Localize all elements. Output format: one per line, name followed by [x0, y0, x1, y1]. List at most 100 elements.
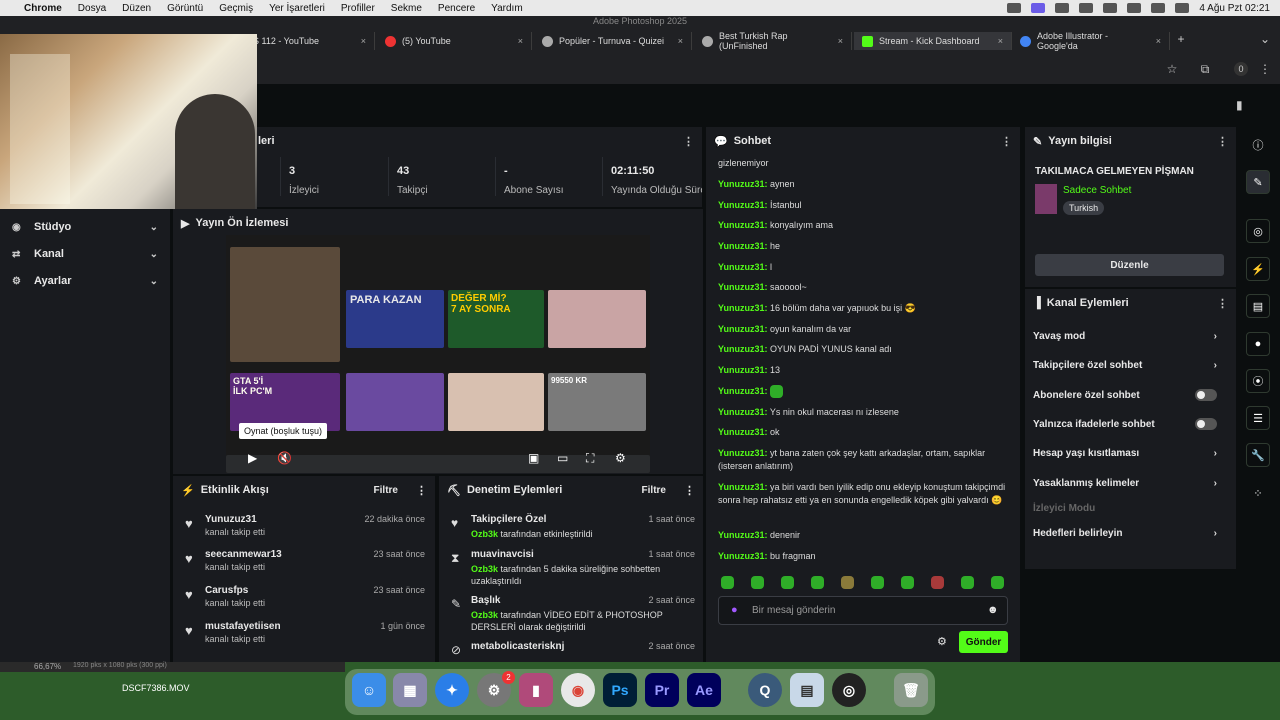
theater-icon[interactable]: ▭: [557, 451, 568, 465]
chat-user[interactable]: Yunuzuz31:: [718, 241, 768, 251]
chat-user[interactable]: Yunuzuz31:: [718, 482, 768, 492]
clock[interactable]: 4 Ağu Pzt 02:21: [1199, 3, 1270, 14]
menu-app-name[interactable]: Chrome: [16, 3, 70, 14]
more-icon[interactable]: ⋮: [684, 484, 695, 497]
obs-icon[interactable]: ◎: [832, 673, 866, 707]
close-icon[interactable]: ×: [361, 36, 366, 46]
extensions-icon[interactable]: ⧉: [1198, 62, 1212, 76]
tab-kick-dashboard[interactable]: Stream - Kick Dashboard ×: [854, 32, 1012, 50]
wifi-icon[interactable]: [1127, 3, 1142, 13]
sidebar-item-channel[interactable]: ⇄ Kanal ⌄: [0, 241, 170, 267]
safari-icon[interactable]: ✦: [435, 673, 469, 707]
mod-item[interactable]: ✎ Başlık Ozb3k tarafından VİDEO EDİT & PHO…: [439, 595, 703, 633]
new-tab-icon[interactable]: +: [1174, 32, 1188, 46]
trash-icon[interactable]: 🗑: [894, 673, 928, 707]
category-name[interactable]: Sadece Sohbet: [1063, 185, 1131, 196]
mod-item[interactable]: ⊘ metabolicasterisknj 2 saat önce: [439, 641, 703, 657]
emote-icon[interactable]: [991, 576, 1004, 589]
screen-share-icon[interactable]: [1031, 3, 1046, 13]
menu-kebab-icon[interactable]: ⋮: [1258, 62, 1272, 76]
emote-icon[interactable]: [931, 576, 944, 589]
info-icon[interactable]: ⓘ: [1246, 133, 1270, 157]
more-icon[interactable]: ⋮: [683, 135, 694, 148]
chat-user[interactable]: Yunuzuz31:: [718, 303, 768, 313]
chat-message[interactable]: Yunuzuz31: oyun kanalım da var: [718, 323, 1008, 336]
menu-yer-isaretleri[interactable]: Yer İşaretleri: [261, 3, 333, 14]
sidebar-item-studio[interactable]: ◉ Stüdyo ⌄: [0, 214, 170, 240]
emote-icon[interactable]: [871, 576, 884, 589]
tab-google[interactable]: Adobe Illustrator - Google'da ×: [1012, 31, 1170, 51]
chat-user[interactable]: Yunuzuz31:: [718, 179, 768, 189]
finder-icon[interactable]: ☺: [352, 673, 386, 707]
chat-user[interactable]: Yunuzuz31:: [718, 200, 768, 210]
clips-icon[interactable]: ▮: [519, 673, 553, 707]
chat-user[interactable]: Yunuzuz31:: [718, 427, 768, 437]
chat-message[interactable]: Yunuzuz31: l: [718, 261, 1008, 274]
action-banned-words[interactable]: Yasaklanmış kelimeler ›: [1025, 473, 1225, 493]
chat-message[interactable]: Yunuzuz31: yt bana zaten çok şey kattı a…: [718, 447, 1008, 473]
address-bar[interactable]: [258, 58, 1280, 80]
emoji-icon[interactable]: ☻: [987, 604, 999, 616]
menu-sekme[interactable]: Sekme: [383, 3, 430, 14]
zoom-level[interactable]: 66,67%: [34, 662, 61, 671]
chat-user[interactable]: Yunuzuz31:: [718, 282, 768, 292]
feed-item[interactable]: ♥ Yunuzuz31 kanalı takip etti 22 dakika önc…: [173, 514, 433, 550]
chat-message[interactable]: Yunuzuz31: bu fragman: [718, 550, 1008, 563]
after-effects-icon[interactable]: Ae: [687, 673, 721, 707]
more-icon[interactable]: ⋮: [1001, 135, 1012, 148]
tab-rap[interactable]: Best Turkish Rap (UnFinished ×: [694, 31, 852, 51]
feed-item[interactable]: ♥ mustafayetiisen kanalı takip etti 1 gün ö…: [173, 621, 433, 657]
battery-icon[interactable]: [1103, 3, 1118, 13]
menu-pencere[interactable]: Pencere: [430, 3, 483, 14]
emote-icon[interactable]: [901, 576, 914, 589]
chat-message[interactable]: Yunuzuz31: konyalıyım ama: [718, 219, 1008, 232]
action-emotes-only[interactable]: Yalnızca ifadelerle sohbet: [1025, 414, 1225, 434]
chat-message[interactable]: Yunuzuz31: İstanbul: [718, 199, 1008, 212]
action-set-goals[interactable]: Hedefleri belirleyin ›: [1025, 523, 1225, 543]
gear-icon[interactable]: ⚙: [615, 451, 626, 465]
chat-user[interactable]: Yunuzuz31:: [718, 262, 768, 272]
action-slow-mode[interactable]: Yavaş mod ›: [1025, 326, 1225, 346]
menu-duzen[interactable]: Düzen: [114, 3, 159, 14]
wrench-icon[interactable]: 🔧: [1246, 443, 1270, 467]
camera-icon[interactable]: ◎: [1246, 219, 1270, 243]
emote-icon[interactable]: [841, 576, 854, 589]
list-icon[interactable]: ☰: [1246, 406, 1270, 430]
search-icon[interactable]: [1151, 3, 1166, 13]
activity-filter-button[interactable]: Filtre: [374, 485, 398, 496]
close-icon[interactable]: ×: [518, 36, 523, 46]
mod-item[interactable]: ♥ Takipçilere Özel Ozb3k tarafından etkinl…: [439, 514, 703, 540]
tab-youtube-2[interactable]: (5) YouTube ×: [377, 32, 532, 50]
chrome-icon[interactable]: ◉: [561, 673, 595, 707]
chat-user[interactable]: Yunuzuz31:: [718, 344, 768, 354]
photoshop-icon[interactable]: Ps: [603, 673, 637, 707]
chat-user[interactable]: Yunuzuz31:: [718, 448, 768, 458]
close-icon[interactable]: ×: [998, 36, 1003, 46]
close-icon[interactable]: ×: [1156, 36, 1161, 46]
menu-yardim[interactable]: Yardım: [483, 3, 531, 14]
chat-message[interactable]: Yunuzuz31: ya biri vardı ben iyilik edip…: [718, 481, 1008, 507]
fullscreen-icon[interactable]: ⛶: [586, 451, 594, 466]
menu-profiller[interactable]: Profiller: [333, 3, 383, 14]
mic-icon[interactable]: ●: [731, 604, 738, 616]
edit-button[interactable]: Düzenle: [1035, 254, 1224, 276]
chat-user[interactable]: Yunuzuz31:: [718, 220, 768, 230]
more-icon[interactable]: ⋮: [416, 484, 427, 497]
send-button[interactable]: Gönder: [959, 631, 1008, 653]
chat-user[interactable]: Yunuzuz31:: [718, 407, 768, 417]
chat-user[interactable]: Yunuzuz31:: [718, 551, 768, 561]
apps-icon[interactable]: ⁘: [1246, 481, 1270, 505]
sidebar-item-settings[interactable]: ⚙ Ayarlar ⌄: [0, 268, 170, 294]
control-center-icon[interactable]: [1175, 3, 1190, 13]
volume-icon[interactable]: [1079, 3, 1094, 13]
bookmark-star-icon[interactable]: ☆: [1165, 62, 1179, 76]
chat-message[interactable]: Yunuzuz31: 16 bölüm daha var yapıuok bu …: [718, 302, 1008, 315]
chat-message[interactable]: Yunuzuz31: he: [718, 240, 1008, 253]
chat-user[interactable]: Yunuzuz31:: [718, 324, 768, 334]
chat-bubble-icon[interactable]: ●: [1246, 332, 1270, 356]
tab-youtube-1[interactable]: S 112 - YouTube ×: [245, 32, 375, 50]
action-subs-only[interactable]: Abonelere özel sohbet: [1025, 385, 1225, 405]
action-followers-only[interactable]: Takipçilere özel sohbet ›: [1025, 355, 1225, 375]
launchpad-icon[interactable]: ▦: [393, 673, 427, 707]
menu-dosya[interactable]: Dosya: [70, 3, 114, 14]
